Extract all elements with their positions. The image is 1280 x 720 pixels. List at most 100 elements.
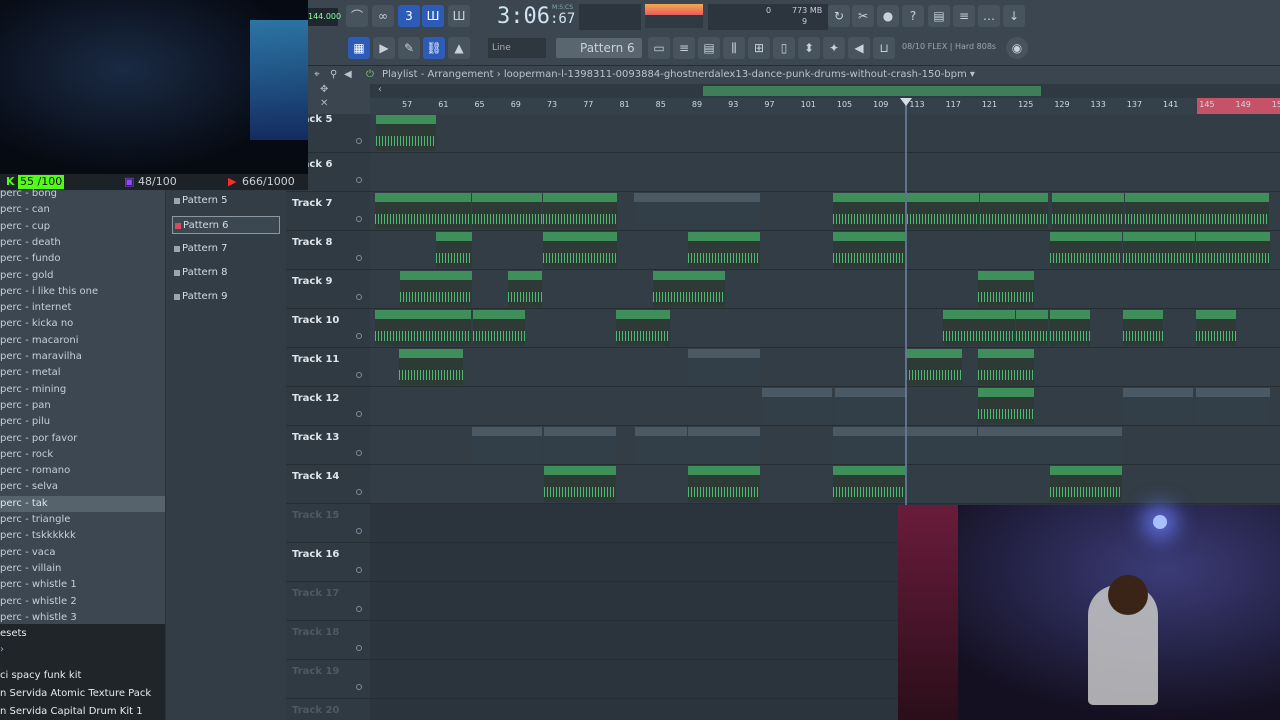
horizontal-scrollbar[interactable] xyxy=(370,84,1280,98)
pattern-clip[interactable]: Pattern 9 xyxy=(833,427,905,463)
scrollbar-thumb[interactable] xyxy=(703,86,1041,96)
track-header[interactable]: Track 19 xyxy=(286,660,370,699)
browser-item[interactable]: perc - fundo xyxy=(0,251,165,267)
play-icon[interactable]: ▶ xyxy=(373,37,395,59)
track-mute-icon[interactable] xyxy=(356,138,362,144)
track-mute-icon[interactable] xyxy=(356,645,362,651)
audio-clip[interactable]: 02. @br..m, emaj] xyxy=(833,193,905,229)
audio-clip[interactable]: 02. @b.., emaj] xyxy=(943,310,1015,346)
audio-clip[interactable]: SS_AXR...amingo xyxy=(688,466,760,502)
pattern-item[interactable]: Pattern 6 xyxy=(172,216,280,234)
browser-item[interactable]: perc - death xyxy=(0,235,165,251)
pattern-clip[interactable]: Pattern 6 xyxy=(1123,388,1193,424)
wait-icon[interactable]: ∞ xyxy=(372,5,394,27)
audio-clip[interactable]: 02...aj] xyxy=(1196,310,1236,346)
audio-clip[interactable]: 02...aj] xyxy=(1050,310,1090,346)
pattern-clip[interactable]: Pattern 7 xyxy=(835,388,907,424)
track-mute-icon[interactable] xyxy=(356,255,362,261)
track-header[interactable]: Track 8 xyxy=(286,231,370,270)
cart-icon[interactable]: ⊔ xyxy=(873,37,895,59)
audio-clip[interactable]: 02. @br..lidated] xyxy=(1196,232,1270,268)
browser-item[interactable]: perc - i like this one xyxy=(0,284,165,300)
link-icon[interactable]: ⛓ xyxy=(423,37,445,59)
track-mute-icon[interactable] xyxy=(356,684,362,690)
track-mute-icon[interactable] xyxy=(356,372,362,378)
browser-item[interactable]: perc - can xyxy=(0,202,165,218)
help-icon[interactable]: ? xyxy=(902,5,924,27)
globe-icon[interactable]: ◉ xyxy=(1006,37,1028,59)
track-header[interactable]: Track 18 xyxy=(286,621,370,660)
audio-clip[interactable]: 02. @br..m, emaj] xyxy=(907,193,979,229)
blend-notes-icon[interactable]: Ш xyxy=(422,5,444,27)
audio-clip[interactable]: 02. @bre.b..3bpm, emaj] xyxy=(375,310,471,346)
pattern-item[interactable]: Pattern 7 xyxy=(172,240,280,258)
track-header[interactable]: Track 10 xyxy=(286,309,370,348)
audio-clip[interactable]: 02. @br..m, emaj] xyxy=(375,193,471,229)
browser-item[interactable]: perc - kicka no xyxy=(0,316,165,332)
audio-clip[interactable]: 02. @...maj] xyxy=(978,349,1034,385)
browser-item[interactable]: perc - macaroni xyxy=(0,333,165,349)
chat-icon[interactable]: … xyxy=(978,5,1000,27)
track-header[interactable]: Track 15 xyxy=(286,504,370,543)
track-header[interactable]: Track 20 xyxy=(286,699,370,720)
mixer-view-icon[interactable]: ⫼ xyxy=(723,37,745,59)
plugin-icon[interactable]: ≡ xyxy=(953,5,975,27)
browser-item[interactable]: perc - tskkkkkk xyxy=(0,528,165,544)
channel-rack-icon[interactable]: ≡ xyxy=(673,37,695,59)
refresh-icon[interactable]: ↻ xyxy=(828,5,850,27)
preset-pack[interactable]: ci spacy funk kit xyxy=(0,670,81,681)
pattern-clip[interactable]: Pattern 9 xyxy=(905,427,977,463)
audio-clip[interactable]: 02...aj] xyxy=(1123,310,1163,346)
browser-item[interactable]: perc - vaca xyxy=(0,545,165,561)
browser-item[interactable]: perc - pilu xyxy=(0,414,165,430)
mic-icon[interactable]: ● xyxy=(877,5,899,27)
track-lane[interactable] xyxy=(370,114,1280,153)
download-icon[interactable]: ↓ xyxy=(1003,5,1025,27)
browser-item[interactable]: perc - tak xyxy=(0,495,165,512)
audio-clip[interactable]: 02. @br..m, emaj] xyxy=(1125,193,1197,229)
countdown-icon[interactable]: 3 xyxy=(398,5,420,27)
audio-clip[interactable]: 02. @br..m, emaj] xyxy=(543,232,617,268)
move-icon[interactable]: ✥ xyxy=(320,84,328,95)
stamp-icon[interactable]: ▲ xyxy=(448,37,470,59)
browser-item[interactable]: perc - metal xyxy=(0,365,165,381)
track-mute-icon[interactable] xyxy=(356,411,362,417)
audio-clip[interactable]: 02. @br.., emaj] xyxy=(688,232,760,268)
browser-item[interactable]: perc - pan xyxy=(0,398,165,414)
track-mute-icon[interactable] xyxy=(356,177,362,183)
pattern-selector[interactable]: Pattern 6 xyxy=(556,38,642,58)
pattern-clip[interactable]: Pattern 9 xyxy=(1050,427,1122,463)
audio-clip[interactable]: 02. @br..lidated] xyxy=(1123,232,1195,268)
browser-item[interactable]: perc - internet xyxy=(0,300,165,316)
browser-item[interactable]: perc - whistle 2 xyxy=(0,594,165,610)
track-mute-icon[interactable] xyxy=(356,333,362,339)
audio-clip[interactable]: 02. @...maj] xyxy=(473,310,525,346)
browser-item[interactable]: perc - whistle 1 xyxy=(0,577,165,593)
track-lane[interactable] xyxy=(370,348,1280,387)
playhead[interactable] xyxy=(905,98,907,508)
browser-icon[interactable]: ⊞ xyxy=(748,37,770,59)
track-header[interactable]: Track 9 xyxy=(286,270,370,309)
track-lane[interactable] xyxy=(370,153,1280,192)
audio-clip[interactable]: 02. @br..m, emaj] xyxy=(1052,193,1124,229)
playhead-marker[interactable] xyxy=(900,98,912,106)
audio-clip[interactable]: 02...aj] xyxy=(436,232,472,268)
audio-clip[interactable]: 02. @...maj] xyxy=(906,349,962,385)
pattern-clip[interactable]: Pattern 3 xyxy=(635,427,687,463)
audio-clip[interactable]: 02. @br..m, emaj] xyxy=(1197,193,1269,229)
track-header[interactable]: Track 17 xyxy=(286,582,370,621)
audio-clip[interactable]: looper...0-bpm xyxy=(399,349,463,385)
browser-item[interactable]: perc - mining xyxy=(0,382,165,398)
pattern-clip[interactable]: 02. @br.., emaj] xyxy=(690,193,760,229)
file-icon[interactable]: ▯ xyxy=(773,37,795,59)
draw-tool-icon[interactable]: ✎ xyxy=(398,37,420,59)
mixer-icon[interactable]: ▤ xyxy=(928,5,950,27)
track-header[interactable]: Track 14 xyxy=(286,465,370,504)
browser-item[interactable]: perc - bong xyxy=(0,186,165,202)
preset-pack[interactable]: n Servida Atomic Texture Pack xyxy=(0,688,151,699)
pattern-item[interactable]: Pattern 8 xyxy=(172,264,280,282)
browser-item[interactable]: perc - maravilha xyxy=(0,349,165,365)
preset-pack[interactable]: n Servida Capital Drum Kit 1 xyxy=(0,706,143,717)
pattern-clip[interactable]: Pattern 5 xyxy=(688,427,760,463)
track-mute-icon[interactable] xyxy=(356,528,362,534)
